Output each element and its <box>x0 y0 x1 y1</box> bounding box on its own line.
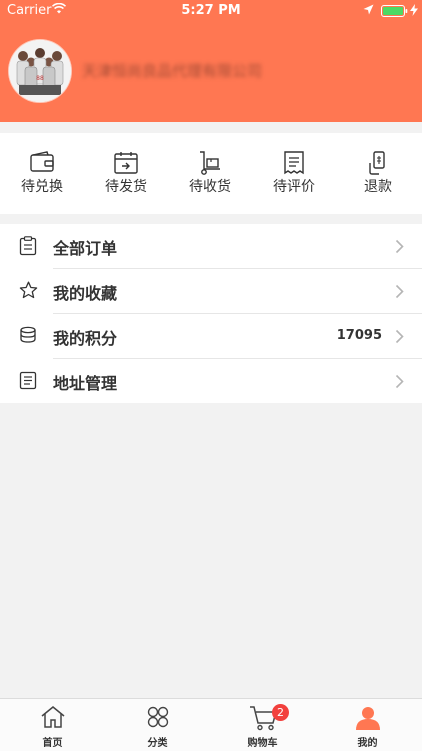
svg-text:88: 88 <box>36 75 44 82</box>
tab-label: 分类 <box>147 738 168 749</box>
chevron-right-icon <box>395 329 404 348</box>
menu-item-label: 全部订单 <box>53 239 118 258</box>
order-shortcut-pending-ship[interactable]: 待发货 <box>84 133 168 214</box>
tab-profile[interactable]: 我的 <box>315 699 420 751</box>
order-shortcut-pending-redeem[interactable]: 待兑换 <box>0 133 84 214</box>
menu-item-label: 我的积分 <box>53 329 118 348</box>
company-name: 天津恒尚良品代理有限公司 <box>82 62 263 80</box>
clipboard-icon <box>19 236 37 260</box>
battery-icon <box>381 5 408 21</box>
order-shortcut-pending-review[interactable]: 待评价 <box>252 133 336 214</box>
tab-bar: 首页 分类 购物车 我的 <box>0 698 422 751</box>
tab-cart[interactable]: 购物车 <box>210 699 315 751</box>
menu-item-label: 我的收藏 <box>53 284 118 303</box>
profile-header: Carrier 5:27 PM 88 天津恒尚良品代理有限公司 <box>0 0 422 122</box>
tab-category[interactable]: 分类 <box>105 699 210 751</box>
menu-list: 全部订单 我的收藏 我的积分 17095 地址管理 <box>0 224 422 403</box>
order-shortcut-refund[interactable]: 退款 <box>336 133 420 214</box>
tab-home[interactable]: 首页 <box>0 699 105 751</box>
points-value: 17095 <box>336 328 382 343</box>
chevron-right-icon <box>395 374 404 393</box>
menu-item-all-orders[interactable]: 全部订单 <box>0 224 422 269</box>
order-shortcut-label: 待发货 <box>105 179 147 195</box>
menu-item-favorites[interactable]: 我的收藏 <box>0 269 422 314</box>
menu-item-address[interactable]: 地址管理 <box>0 359 422 404</box>
order-status-bar: 待兑换 待发货 待收货 待评价 退款 <box>0 133 422 214</box>
tab-label: 购物车 <box>247 738 278 749</box>
menu-item-label: 地址管理 <box>53 374 118 393</box>
chevron-right-icon <box>395 239 404 258</box>
order-shortcut-label: 退款 <box>364 179 392 195</box>
clock: 5:27 PM <box>181 3 241 18</box>
cart-badge: 2 <box>272 704 289 721</box>
order-shortcut-label: 待兑换 <box>21 179 63 195</box>
star-icon <box>19 281 38 304</box>
order-shortcut-label: 待收货 <box>189 179 231 195</box>
status-bar: Carrier 5:27 PM <box>0 0 422 22</box>
order-shortcut-pending-receive[interactable]: 待收货 <box>168 133 252 214</box>
coins-icon <box>19 326 37 348</box>
order-shortcut-label: 待评价 <box>273 179 315 195</box>
list-icon <box>19 371 37 394</box>
menu-item-points[interactable]: 我的积分 17095 <box>0 314 422 359</box>
avatar[interactable]: 88 <box>9 40 71 102</box>
chevron-right-icon <box>395 284 404 303</box>
tab-label: 我的 <box>357 738 378 749</box>
charging-icon <box>410 4 418 20</box>
tab-label: 首页 <box>42 738 63 749</box>
location-arrow-icon <box>363 4 374 19</box>
